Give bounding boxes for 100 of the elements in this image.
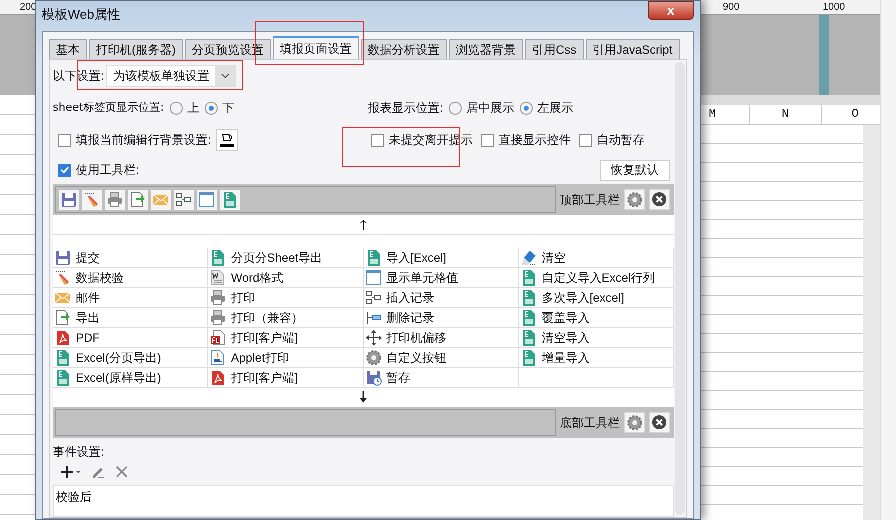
field-label: sheet标签页显示位置: (53, 100, 164, 116)
toolbar-button[interactable] (197, 190, 217, 210)
checkbox[interactable] (58, 134, 71, 146)
close-icon (652, 192, 667, 207)
toolbar-item[interactable]: 邮件 (53, 288, 100, 306)
radio-button[interactable] (449, 102, 462, 114)
window-icon (366, 270, 382, 286)
paint-bucket-icon (219, 132, 236, 148)
toolbar-item[interactable]: 导出 (53, 308, 100, 326)
window-title: 模板Web属性 (42, 6, 120, 24)
up-arrow: 🡑 (360, 216, 367, 232)
toolbar-item[interactable]: Excel(分页导出) (53, 348, 162, 366)
scope-dropdown[interactable]: 为该模板单独设置 (106, 65, 236, 87)
toolbar-button[interactable] (59, 190, 79, 210)
field-label: 报表显示位置: (368, 100, 444, 117)
spreadsheet-icon (222, 192, 238, 208)
gear-icon (626, 192, 642, 208)
close-button[interactable]: x (648, 1, 694, 20)
toolbar-item[interactable]: 增量导入 (518, 348, 590, 366)
radio-label: 下 (222, 100, 234, 117)
toolbar-item[interactable]: Word格式 (208, 268, 284, 286)
radio-button[interactable] (170, 102, 184, 114)
toolbar-item[interactable]: 打印[客户端] (208, 328, 298, 346)
delete-button[interactable] (115, 465, 129, 479)
radio-button[interactable] (520, 102, 534, 114)
tab[interactable]: 引用JavaScript (586, 39, 680, 59)
radio-button[interactable] (205, 102, 218, 114)
tab[interactable]: 打印机(服务器) (89, 39, 183, 59)
toolbar-button[interactable] (220, 190, 240, 210)
column-header: N (749, 105, 821, 124)
checkbox[interactable] (371, 134, 384, 146)
document-icon (210, 330, 226, 346)
close-button[interactable] (649, 189, 670, 210)
radio-label: 居中展示 (466, 100, 514, 117)
tab[interactable]: 数据分析设置 (361, 39, 447, 59)
tab[interactable]: 填报页面设置 (273, 36, 359, 59)
toolbar-item[interactable]: 自定义按钮 (364, 348, 446, 366)
toolbar-item[interactable]: 导入[Excel] (364, 248, 447, 266)
window-icon (199, 192, 215, 208)
toolbar-button[interactable] (105, 190, 125, 210)
toolbar-item[interactable]: 自定义导入Excel行列 (518, 268, 656, 286)
toolbar-item[interactable]: 数据校验 (53, 268, 124, 286)
edit-button[interactable] (91, 465, 105, 479)
insert-row-icon (176, 192, 192, 208)
toolbar-item[interactable]: 打印[客户端] (208, 368, 298, 386)
checkbox-label: 自动暂存 (597, 132, 645, 149)
checkbox[interactable] (481, 134, 494, 146)
toolbar-item[interactable]: PDF (53, 328, 100, 346)
row-arrow-icon (366, 310, 382, 326)
toolbar-item[interactable]: 打印（兼容） (208, 308, 304, 326)
toolbar-item[interactable]: 显示单元格值 (364, 268, 458, 286)
checkbox-label: 填报当前编辑行背景设置: (76, 132, 212, 149)
printer-icon (107, 192, 123, 208)
pencil-icon (91, 465, 105, 479)
toolbar-item[interactable]: 清空导入 (518, 328, 590, 346)
ruler: 900 1000 (701, 0, 880, 15)
toolbar-item[interactable]: Excel(原样导出) (53, 368, 162, 386)
checkbox-label: 使用工具栏: (76, 162, 140, 179)
tab[interactable]: 浏览器背景 (449, 39, 523, 59)
spreadsheet-icon (520, 290, 537, 306)
chevron-down-icon (220, 73, 230, 79)
toolbar-item[interactable]: 暂存 (364, 368, 410, 386)
toolbar-label: 底部工具栏 (560, 414, 620, 432)
down-arrow-icon (359, 391, 368, 404)
toolbar-item[interactable]: 删除记录 (364, 308, 434, 326)
toolbar-item[interactable]: 插入记录 (364, 288, 434, 306)
close-icon (115, 465, 129, 479)
toolbar-item[interactable]: 提交 (53, 248, 100, 266)
event-item[interactable]: 校验后 (56, 488, 673, 506)
scrollbar[interactable] (675, 62, 685, 515)
checkbox[interactable] (579, 134, 592, 146)
restore-default-button[interactable]: 恢复默认 (600, 160, 670, 180)
column-header: O (821, 105, 863, 124)
tab[interactable]: 引用Css (525, 39, 584, 59)
add-button[interactable] (61, 465, 81, 479)
pencil-icon (84, 192, 100, 208)
toolbar-button[interactable] (82, 190, 102, 210)
coffee-cup-icon (210, 350, 226, 366)
radio-label: 左展示 (537, 100, 574, 117)
toolbar-item[interactable]: Applet打印 (208, 348, 290, 366)
tab[interactable]: 基本 (49, 39, 87, 59)
settings-button[interactable] (624, 189, 645, 210)
toolbar-item[interactable]: 覆盖导入 (518, 308, 590, 326)
toolbar-label: 顶部工具栏 (560, 192, 620, 208)
gear-icon (366, 350, 382, 366)
toolbar-button[interactable] (174, 190, 194, 210)
floppy-clock-icon (366, 370, 382, 386)
toolbar-item[interactable]: 打印 (208, 288, 256, 306)
toolbar-item[interactable]: 打印机偏移 (364, 328, 446, 346)
move-arrows-icon (366, 330, 382, 346)
paint-bucket-button[interactable] (216, 129, 238, 151)
toolbar-item[interactable]: 清空 (518, 248, 566, 266)
checkbox[interactable] (58, 164, 71, 176)
toolbar-item[interactable]: 分页分Sheet导出 (208, 248, 323, 266)
close-button[interactable] (649, 412, 670, 433)
settings-button[interactable] (624, 412, 645, 433)
toolbar-button[interactable] (128, 190, 148, 210)
printer-icon (210, 290, 226, 306)
spreadsheet-icon (520, 310, 537, 326)
toolbar-item[interactable]: 多次导入[excel] (518, 288, 624, 306)
